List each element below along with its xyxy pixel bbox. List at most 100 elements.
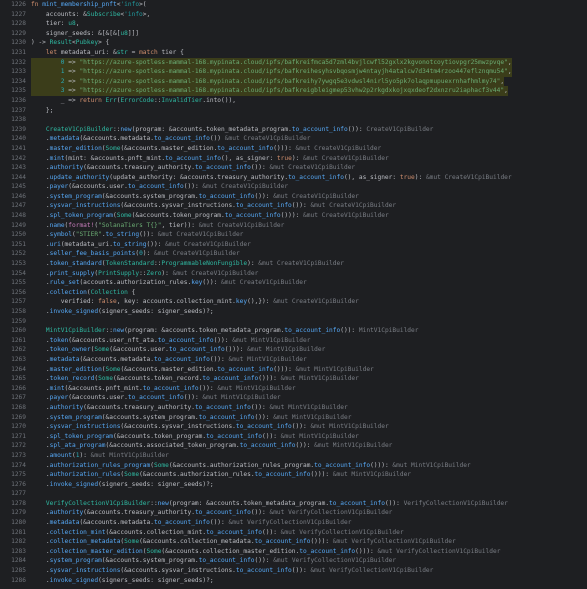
- code-text[interactable]: .collection_master_edition(Some(&account…: [31, 547, 501, 557]
- code-text[interactable]: 3 => "https://azure-spotless-mammal-168.…: [31, 86, 508, 96]
- code-text[interactable]: 0 => "https://azure-spotless-mammal-168.…: [31, 57, 512, 68]
- code-text[interactable]: .token_owner(Some(&accounts.user.to_acco…: [31, 345, 325, 355]
- code-line[interactable]: 1229 signer_seeds: &[&[&[u8]]]: [0, 29, 587, 39]
- code-line[interactable]: 1238: [0, 115, 587, 125]
- code-line[interactable]: 1237 };: [0, 106, 587, 116]
- code-line[interactable]: 1278 VerifyCollectionV1CpiBuilder::new(p…: [0, 499, 587, 509]
- code-line[interactable]: 1269 .system_program(&accounts.system_pr…: [0, 413, 587, 423]
- code-line[interactable]: 1271 .spl_token_program(&accounts.token_…: [0, 432, 587, 442]
- code-text[interactable]: };: [31, 106, 53, 116]
- code-line[interactable]: 1274 .authorization_rules_program(Some(&…: [0, 461, 587, 471]
- code-text[interactable]: .sysvar_instructions(&accounts.sysvar_in…: [31, 201, 396, 211]
- code-line[interactable]: 1280 .metadata(&accounts.metadata.to_acc…: [0, 518, 587, 528]
- code-text[interactable]: tier: u8,: [31, 19, 80, 29]
- code-line[interactable]: 1270 .sysvar_instructions(&accounts.sysv…: [0, 422, 587, 432]
- code-text[interactable]: .amount(1): &mut MintV1CpiBuilder: [31, 451, 169, 461]
- code-text[interactable]: _ => return Err(ErrorCode::InvalidTier.i…: [31, 96, 236, 106]
- code-text[interactable]: .print_supply(PrintSupply::Zero): &mut C…: [31, 269, 258, 279]
- code-line[interactable]: 1265 .token_record(Some(&accounts.token_…: [0, 374, 587, 384]
- code-text[interactable]: accounts: &Subscribe<'info>,: [31, 10, 150, 20]
- code-line[interactable]: 1255 .rule_set(accounts.authorization_ru…: [0, 278, 587, 288]
- code-text[interactable]: .authority(&accounts.treasury_authority.…: [31, 403, 348, 413]
- code-text[interactable]: .spl_token_program(Some(&accounts.token_…: [31, 211, 389, 221]
- code-text[interactable]: .rule_set(accounts.authorization_rules.k…: [31, 278, 307, 288]
- code-text[interactable]: .update_authority(update_authority: &acc…: [31, 173, 512, 183]
- code-text[interactable]: .authority(&accounts.treasury_authority.…: [31, 163, 355, 173]
- code-text[interactable]: .spl_token_program(&accounts.token_progr…: [31, 432, 359, 442]
- code-line[interactable]: 1241 .master_edition(Some(&accounts.mast…: [0, 144, 587, 154]
- code-text[interactable]: .master_edition(Some(&accounts.master_ed…: [31, 365, 374, 375]
- code-line[interactable]: 1263 .metadata(&accounts.metadata.to_acc…: [0, 355, 587, 365]
- code-line[interactable]: 1264 .master_edition(Some(&accounts.mast…: [0, 365, 587, 375]
- code-text[interactable]: .authorization_rules_program(Some(&accou…: [31, 461, 471, 471]
- code-line[interactable]: 1236 _ => return Err(ErrorCode::InvalidT…: [0, 96, 587, 106]
- code-line[interactable]: 1279 .authority(&accounts.treasury_autho…: [0, 508, 587, 518]
- code-text[interactable]: 1 => "https://azure-spotless-mammal-168.…: [31, 67, 512, 77]
- code-lines[interactable]: 1226 fn mint_membership_pnft<'info>(1227 …: [0, 0, 587, 585]
- code-line[interactable]: 1286 .invoke_signed(signers_seeds: signe…: [0, 576, 587, 586]
- code-line[interactable]: 1246 .system_program(&accounts.system_pr…: [0, 192, 587, 202]
- code-line[interactable]: 1260 MintV1CpiBuilder::new(program: &acc…: [0, 326, 587, 336]
- code-text[interactable]: .metadata(&accounts.metadata.to_account_…: [31, 518, 352, 528]
- code-text[interactable]: .uri(metadata_uri.to_string()): &mut Cre…: [31, 240, 251, 250]
- code-line[interactable]: 1227 accounts: &Subscribe<'info>,: [0, 10, 587, 20]
- code-text[interactable]: VerifyCollectionV1CpiBuilder::new(progra…: [31, 499, 508, 509]
- code-line[interactable]: 1235 3 => "https://azure-spotless-mammal…: [0, 86, 587, 96]
- code-line[interactable]: 1276 .invoke_signed(signers_seeds: signe…: [0, 480, 587, 490]
- code-text[interactable]: signer_seeds: &[&[&[u8]]]: [31, 29, 139, 39]
- code-text[interactable]: .spl_ata_program(&accounts.associated_to…: [31, 441, 393, 451]
- code-text[interactable]: .sysvar_instructions(&accounts.sysvar_in…: [31, 566, 433, 576]
- code-text[interactable]: .system_program(&accounts.system_program…: [31, 413, 352, 423]
- code-line[interactable]: 1267 .payer(&accounts.user.to_account_in…: [0, 393, 587, 403]
- code-text[interactable]: let metadata_uri: &str = match tier {: [31, 48, 184, 58]
- code-text[interactable]: .master_edition(Some(&accounts.master_ed…: [31, 144, 381, 154]
- code-line[interactable]: 1283 .collection_master_edition(Some(&ac…: [0, 547, 587, 557]
- code-text[interactable]: .invoke_signed(signers_seeds: signer_see…: [31, 480, 214, 490]
- code-line[interactable]: 1233 1 => "https://azure-spotless-mammal…: [0, 67, 587, 77]
- code-line[interactable]: 1268 .authority(&accounts.treasury_autho…: [0, 403, 587, 413]
- code-line[interactable]: 1253 .token_standard(TokenStandard::Prog…: [0, 259, 587, 269]
- code-text[interactable]: ) -> Result<Pubkey> {: [31, 38, 109, 48]
- code-text[interactable]: .token_standard(TokenStandard::Programma…: [31, 259, 344, 269]
- code-text[interactable]: .authorization_rules(Some(&accounts.auth…: [31, 470, 411, 480]
- code-text[interactable]: .mint(&accounts.pnft_mint.to_account_inf…: [31, 384, 296, 394]
- code-line[interactable]: 1257 verified: false, key: accounts.coll…: [0, 297, 587, 307]
- code-text[interactable]: .token_record(Some(&accounts.token_recor…: [31, 374, 359, 384]
- code-line[interactable]: 1285 .sysvar_instructions(&accounts.sysv…: [0, 566, 587, 576]
- code-text[interactable]: .metadata(&accounts.metadata.to_account_…: [31, 355, 307, 365]
- code-editor[interactable]: 1226 fn mint_membership_pnft<'info>(1227 …: [0, 0, 587, 589]
- code-line[interactable]: 1284 .system_program(&accounts.system_pr…: [0, 556, 587, 566]
- code-line[interactable]: 1266 .mint(&accounts.pnft_mint.to_accoun…: [0, 384, 587, 394]
- code-line[interactable]: 1243 .authority(&accounts.treasury_autho…: [0, 163, 587, 173]
- code-line[interactable]: 1254 .print_supply(PrintSupply::Zero): &…: [0, 269, 587, 279]
- code-line[interactable]: 1249 .name(format!("SolanaTiers T{}", ti…: [0, 221, 587, 231]
- code-text[interactable]: .token(&accounts.user_nft_ata.to_account…: [31, 336, 311, 346]
- code-line[interactable]: 1259: [0, 317, 587, 327]
- code-line[interactable]: 1250 .symbol("STIER".to_string()): &mut …: [0, 230, 587, 240]
- code-line[interactable]: 1244 .update_authority(update_authority:…: [0, 173, 587, 183]
- code-text[interactable]: .mint(mint: &accounts.pnft_mint.to_accou…: [31, 154, 389, 164]
- code-line[interactable]: 1234 2 => "https://azure-spotless-mammal…: [0, 76, 587, 87]
- code-text[interactable]: MintV1CpiBuilder::new(program: &accounts…: [31, 326, 419, 336]
- code-line[interactable]: 1272 .spl_ata_program(&accounts.associat…: [0, 441, 587, 451]
- code-line[interactable]: 1256 .collection(Collection {: [0, 288, 587, 298]
- code-text[interactable]: .authority(&accounts.treasury_authority.…: [31, 508, 393, 518]
- code-line[interactable]: 1252 .seller_fee_basis_points(0): &mut C…: [0, 249, 587, 259]
- code-line[interactable]: 1232 0 => "https://azure-spotless-mammal…: [0, 57, 587, 68]
- code-line[interactable]: 1231 let metadata_uri: &str = match tier…: [0, 48, 587, 58]
- code-line[interactable]: 1262 .token_owner(Some(&accounts.user.to…: [0, 345, 587, 355]
- code-line[interactable]: 1226 fn mint_membership_pnft<'info>(: [0, 0, 587, 10]
- code-line[interactable]: 1248 .spl_token_program(Some(&accounts.t…: [0, 211, 587, 221]
- code-line[interactable]: 1247 .sysvar_instructions(&accounts.sysv…: [0, 201, 587, 211]
- code-text[interactable]: .metadata(&accounts.metadata.to_account_…: [31, 134, 311, 144]
- code-text[interactable]: .name(format!("SolanaTiers T{}", tier)):…: [31, 221, 285, 231]
- code-text[interactable]: fn mint_membership_pnft<'info>(: [31, 0, 147, 10]
- code-text[interactable]: .invoke_signed(signers_seeds: signer_see…: [31, 576, 214, 586]
- code-text[interactable]: .system_program(&accounts.system_program…: [31, 192, 359, 202]
- code-line[interactable]: 1239 CreateV1CpiBuilder::new(program: &a…: [0, 125, 587, 135]
- code-text[interactable]: verified: false, key: accounts.collectio…: [31, 297, 359, 307]
- code-line[interactable]: 1228 tier: u8,: [0, 19, 587, 29]
- code-text[interactable]: .collection_mint(&accounts.collection_mi…: [31, 528, 404, 538]
- code-text[interactable]: .seller_fee_basis_points(0): &mut Create…: [31, 249, 240, 259]
- code-line[interactable]: 1277: [0, 489, 587, 499]
